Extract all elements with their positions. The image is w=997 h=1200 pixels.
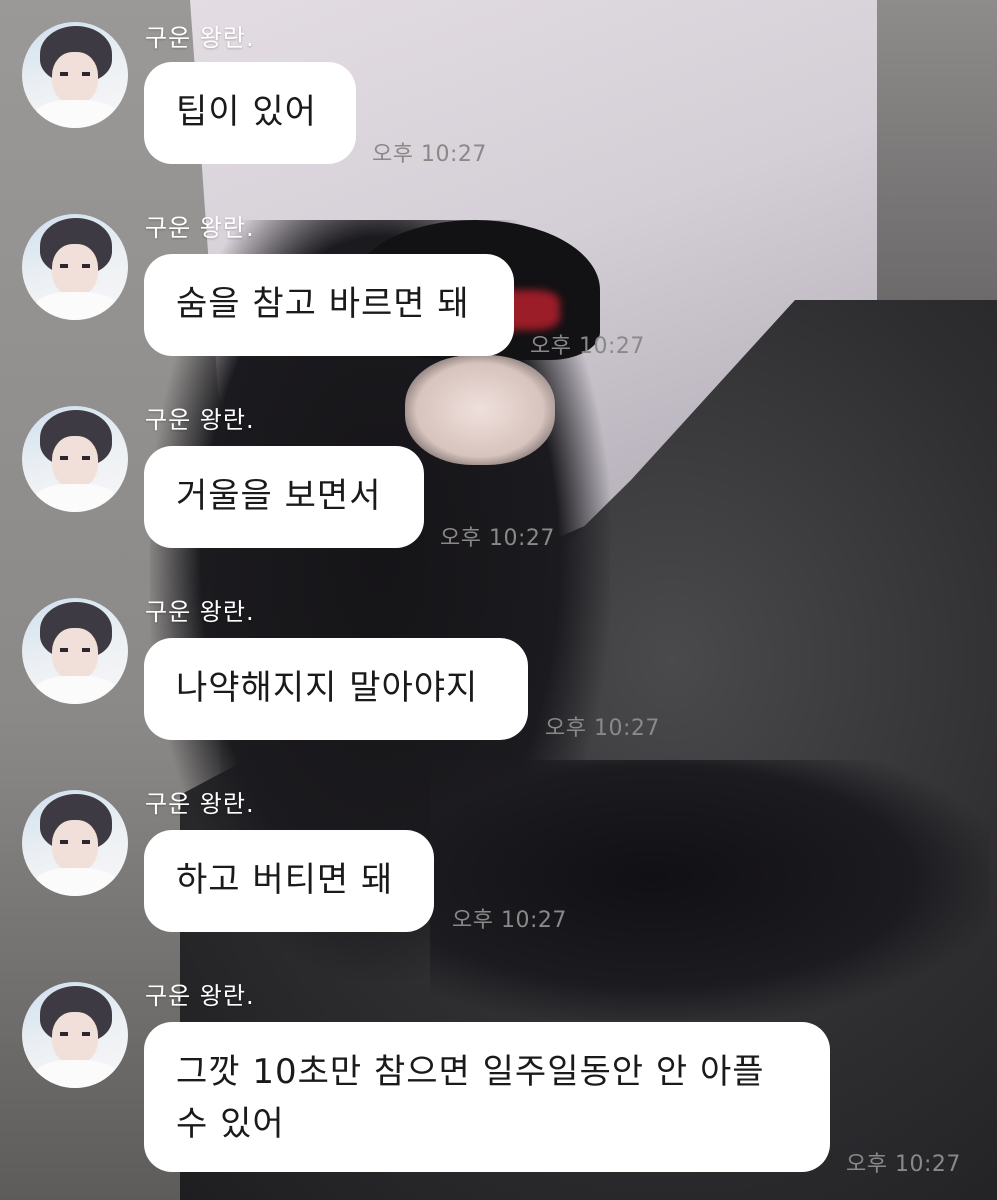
avatar[interactable]	[22, 214, 128, 320]
message-time: 오후 10:27	[440, 526, 555, 551]
avatar[interactable]	[22, 406, 128, 512]
sender-name: 구운 왕란.	[145, 214, 255, 242]
message-bubble[interactable]: 팁이 있어	[144, 62, 356, 164]
message-bubble[interactable]: 하고 버티면 돼	[144, 830, 434, 932]
chat-thread: 구운 왕란. 팁이 있어 오후 10:27 구운 왕란. 숨을 참고 바르면 돼…	[0, 0, 997, 1200]
sender-name: 구운 왕란.	[145, 24, 255, 52]
message-time: 오후 10:27	[530, 334, 645, 359]
message-time: 오후 10:27	[545, 716, 660, 741]
sender-name: 구운 왕란.	[145, 982, 255, 1010]
message-bubble[interactable]: 거울을 보면서	[144, 446, 424, 548]
sender-name: 구운 왕란.	[145, 406, 255, 434]
avatar[interactable]	[22, 790, 128, 896]
message-bubble[interactable]: 숨을 참고 바르면 돼	[144, 254, 514, 356]
avatar[interactable]	[22, 598, 128, 704]
message-time: 오후 10:27	[372, 142, 487, 167]
sender-name: 구운 왕란.	[145, 598, 255, 626]
message-bubble[interactable]: 나약해지지 말아야지	[144, 638, 528, 740]
sender-name: 구운 왕란.	[145, 790, 255, 818]
message-time: 오후 10:27	[846, 1152, 961, 1177]
message-time: 오후 10:27	[452, 908, 567, 933]
avatar[interactable]	[22, 982, 128, 1088]
message-bubble[interactable]: 그깟 10초만 참으면 일주일동안 안 아플 수 있어	[144, 1022, 830, 1172]
avatar[interactable]	[22, 22, 128, 128]
